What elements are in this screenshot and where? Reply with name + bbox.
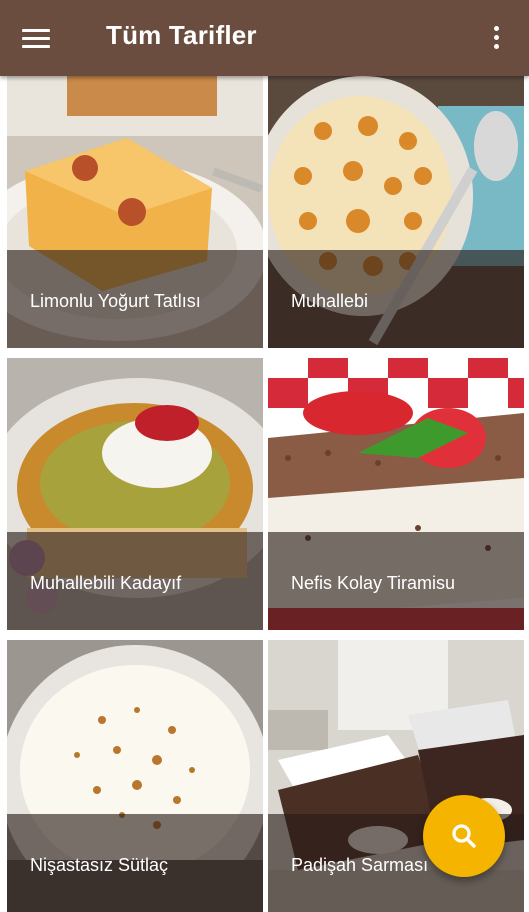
recipe-card[interactable]: Padişah Sarması: [268, 640, 524, 912]
recipe-card[interactable]: Nefis Kolay Tiramisu: [268, 358, 524, 630]
recipe-card[interactable]: Nişastasız Sütlaç: [7, 640, 263, 912]
hamburger-menu-icon[interactable]: [22, 22, 62, 54]
recipe-caption: Nefis Kolay Tiramisu: [268, 532, 524, 630]
app-bar: Tüm Tarifler: [0, 0, 529, 76]
recipe-title: Nişastasız Sütlaç: [30, 854, 169, 875]
recipe-caption: Muhallebili Kadayıf: [7, 532, 263, 630]
recipe-card[interactable]: Muhallebi: [268, 76, 524, 348]
recipe-title: Muhallebi: [291, 290, 369, 311]
recipe-caption: Muhallebi: [268, 250, 524, 348]
page-title: Tüm Tarifler: [106, 20, 257, 50]
recipe-card[interactable]: Muhallebili Kadayıf: [7, 358, 263, 630]
recipe-grid: Limonlu Yoğurt Tatlısı Muhallebi Muhalle…: [0, 76, 529, 912]
search-button[interactable]: [423, 795, 505, 877]
recipe-caption: Nişastasız Sütlaç: [7, 814, 263, 912]
more-vertical-icon[interactable]: [484, 22, 508, 52]
recipe-title: Nefis Kolay Tiramisu: [291, 572, 456, 593]
recipe-card[interactable]: Limonlu Yoğurt Tatlısı: [7, 76, 263, 348]
recipe-title: Padişah Sarması: [291, 854, 429, 875]
recipe-title: Muhallebili Kadayıf: [30, 572, 182, 593]
recipe-title: Limonlu Yoğurt Tatlısı: [30, 290, 201, 311]
search-icon: [452, 824, 476, 848]
recipe-caption: Limonlu Yoğurt Tatlısı: [7, 250, 263, 348]
